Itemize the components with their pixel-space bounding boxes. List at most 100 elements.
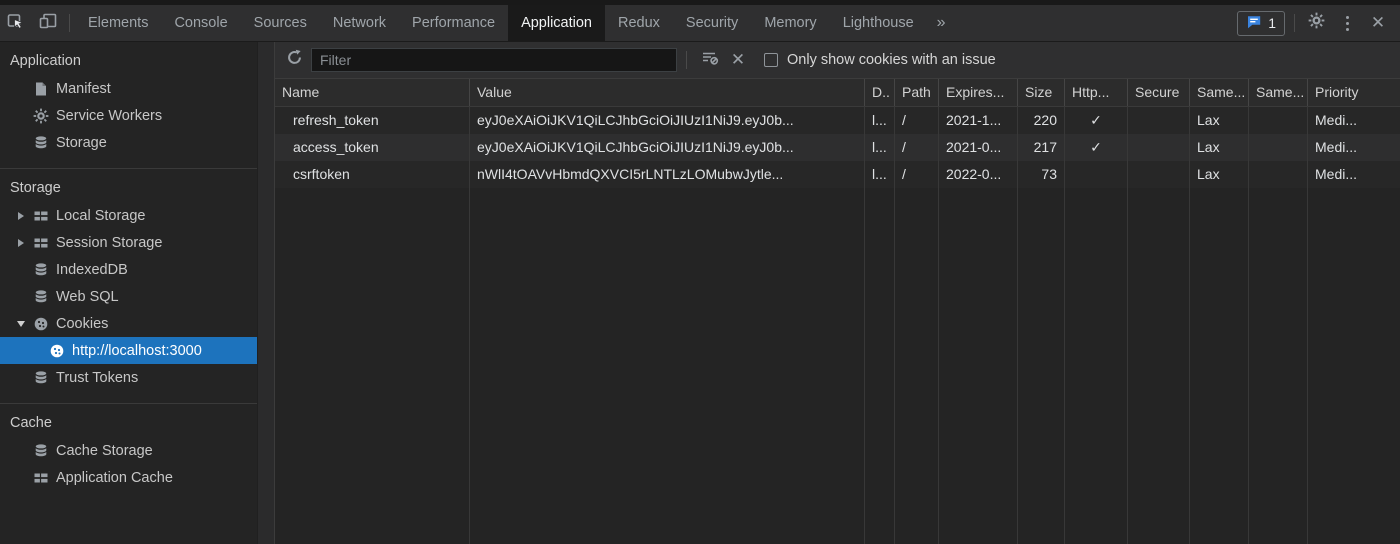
filter-input[interactable] (311, 48, 677, 72)
cell-sameparty[interactable] (1249, 161, 1308, 188)
cell-domain[interactable]: l... (865, 134, 895, 161)
customize-devtools-button[interactable] (1332, 14, 1362, 32)
disclosure-triangle-collapsed[interactable] (16, 211, 32, 220)
tab-label: Application (521, 15, 592, 31)
settings-button[interactable] (1300, 5, 1332, 41)
sidebar-item-label: http://localhost:3000 (72, 342, 202, 359)
column-header-expires[interactable]: Expires... (939, 79, 1018, 106)
cell-secure[interactable] (1128, 134, 1190, 161)
tab-security[interactable]: Security (673, 5, 751, 41)
close-devtools-button[interactable]: ✕ (1362, 5, 1394, 41)
column-header-secure[interactable]: Secure (1128, 79, 1190, 106)
tab-application[interactable]: Application (508, 5, 605, 41)
column-header-priority[interactable]: Priority (1308, 79, 1400, 106)
cookie-row-csrftoken[interactable]: csrftoken nWlI4tOAVvHbmdQXVCI5rLNTLzLOMu… (275, 161, 1400, 188)
cell-priority[interactable]: Medi... (1308, 107, 1400, 134)
cell-secure[interactable] (1128, 161, 1190, 188)
column-header-size[interactable]: Size (1018, 79, 1065, 106)
chevron-double-right-icon: » (936, 14, 946, 31)
more-tabs-button[interactable]: » (927, 14, 956, 32)
column-header-domain[interactable]: D.. (865, 79, 895, 106)
sidebar-item-local-storage[interactable]: Local Storage (0, 202, 257, 229)
sidebar-item-storage[interactable]: Storage (0, 129, 257, 156)
issues-counter-button[interactable]: 1 (1237, 10, 1285, 36)
devtools-window: Elements Console Sources Network Perform… (0, 0, 1400, 544)
tab-performance[interactable]: Performance (399, 5, 508, 41)
cell-priority[interactable]: Medi... (1308, 161, 1400, 188)
cell-path[interactable]: / (895, 107, 939, 134)
tab-memory[interactable]: Memory (751, 5, 829, 41)
cell-path[interactable]: / (895, 134, 939, 161)
cell-httponly-checkmark[interactable]: ✓ (1065, 107, 1128, 134)
sidebar-item-application-cache[interactable]: Application Cache (0, 464, 257, 491)
column-header-httponly[interactable]: Http... (1065, 79, 1128, 106)
cell-secure[interactable] (1128, 107, 1190, 134)
sidebar-item-manifest[interactable]: Manifest (0, 75, 257, 102)
tabbar-separator (1294, 14, 1295, 32)
cell-size[interactable]: 220 (1018, 107, 1065, 134)
tab-network[interactable]: Network (320, 5, 399, 41)
sidebar-item-session-storage[interactable]: Session Storage (0, 229, 257, 256)
cell-expires[interactable]: 2021-0... (939, 134, 1018, 161)
delete-all-cookies-button[interactable]: ✕ (724, 47, 752, 73)
cell-httponly-checkmark[interactable]: ✓ (1065, 134, 1128, 161)
tab-console[interactable]: Console (161, 5, 240, 41)
cookies-table-header: Name Value D.. Path Expires... Size Http… (275, 79, 1400, 107)
tab-lighthouse[interactable]: Lighthouse (830, 5, 927, 41)
only-issues-checkbox[interactable] (764, 53, 778, 67)
sidebar-item-cookies-localhost-3000[interactable]: http://localhost:3000 (0, 337, 257, 364)
cell-sameparty[interactable] (1249, 107, 1308, 134)
tab-sources[interactable]: Sources (241, 5, 320, 41)
file-icon (32, 80, 49, 97)
disclosure-triangle-expanded[interactable] (16, 320, 32, 327)
disclosure-triangle-collapsed[interactable] (16, 238, 32, 247)
cell-sameparty[interactable] (1249, 134, 1308, 161)
sidebar-item-service-workers[interactable]: Service Workers (0, 102, 257, 129)
tabbar-separator (69, 14, 70, 32)
sidebar-item-web-sql[interactable]: Web SQL (0, 283, 257, 310)
cell-path[interactable]: / (895, 161, 939, 188)
column-header-samesite[interactable]: Same... (1190, 79, 1249, 106)
column-header-value[interactable]: Value (470, 79, 865, 106)
clear-filter-button[interactable] (696, 47, 724, 73)
cell-name[interactable]: csrftoken (275, 161, 470, 188)
cookie-row-refresh-token[interactable]: refresh_token eyJ0eXAiOiJKV1QiLCJhbGciOi… (275, 107, 1400, 134)
cell-domain[interactable]: l... (865, 107, 895, 134)
cookie-row-access-token[interactable]: access_token eyJ0eXAiOiJKV1QiLCJhbGciOiJ… (275, 134, 1400, 161)
tab-label: Memory (764, 15, 817, 31)
only-issues-label[interactable]: Only show cookies with an issue (787, 52, 996, 68)
tab-label: Security (685, 15, 739, 31)
sidebar-item-cookies[interactable]: Cookies (0, 310, 257, 337)
cell-domain[interactable]: l... (865, 161, 895, 188)
column-header-name[interactable]: Name (275, 79, 470, 106)
sidebar-item-indexeddb[interactable]: IndexedDB (0, 256, 257, 283)
application-panel: Application Manifest Service Workers Sto… (0, 42, 1400, 544)
cell-expires[interactable]: 2021-1... (939, 107, 1018, 134)
cell-name[interactable]: refresh_token (275, 107, 470, 134)
tab-elements[interactable]: Elements (75, 5, 161, 41)
cell-name[interactable]: access_token (275, 134, 470, 161)
cell-value[interactable]: eyJ0eXAiOiJKV1QiLCJhbGciOiJIUzI1NiJ9.eyJ… (470, 107, 865, 134)
sidebar-item-trust-tokens[interactable]: Trust Tokens (0, 364, 257, 391)
sidebar-section-storage: Storage Local Storage Session Storage In… (0, 168, 257, 403)
cell-size[interactable]: 73 (1018, 161, 1065, 188)
cell-expires[interactable]: 2022-0... (939, 161, 1018, 188)
cell-value[interactable]: nWlI4tOAVvHbmdQXVCI5rLNTLzLOMubwJytle... (470, 161, 865, 188)
column-header-path[interactable]: Path (895, 79, 939, 106)
cookie-icon (32, 315, 49, 332)
cell-priority[interactable]: Medi... (1308, 134, 1400, 161)
sidebar-item-cache-storage[interactable]: Cache Storage (0, 437, 257, 464)
cell-httponly-checkmark[interactable] (1065, 161, 1128, 188)
column-header-sameparty[interactable]: Same... (1249, 79, 1308, 106)
cell-size[interactable]: 217 (1018, 134, 1065, 161)
cell-samesite[interactable]: Lax (1190, 107, 1249, 134)
cell-value[interactable]: eyJ0eXAiOiJKV1QiLCJhbGciOiJIUzI1NiJ9.eyJ… (470, 134, 865, 161)
sidebar-scrollbar-track[interactable] (257, 42, 274, 544)
cell-samesite[interactable]: Lax (1190, 134, 1249, 161)
refresh-button[interactable] (280, 47, 308, 73)
inspect-element-button[interactable] (0, 5, 32, 41)
cell-samesite[interactable]: Lax (1190, 161, 1249, 188)
sidebar-item-label: Cache Storage (56, 442, 153, 459)
toggle-device-toolbar-button[interactable] (32, 5, 64, 41)
tab-redux[interactable]: Redux (605, 5, 673, 41)
